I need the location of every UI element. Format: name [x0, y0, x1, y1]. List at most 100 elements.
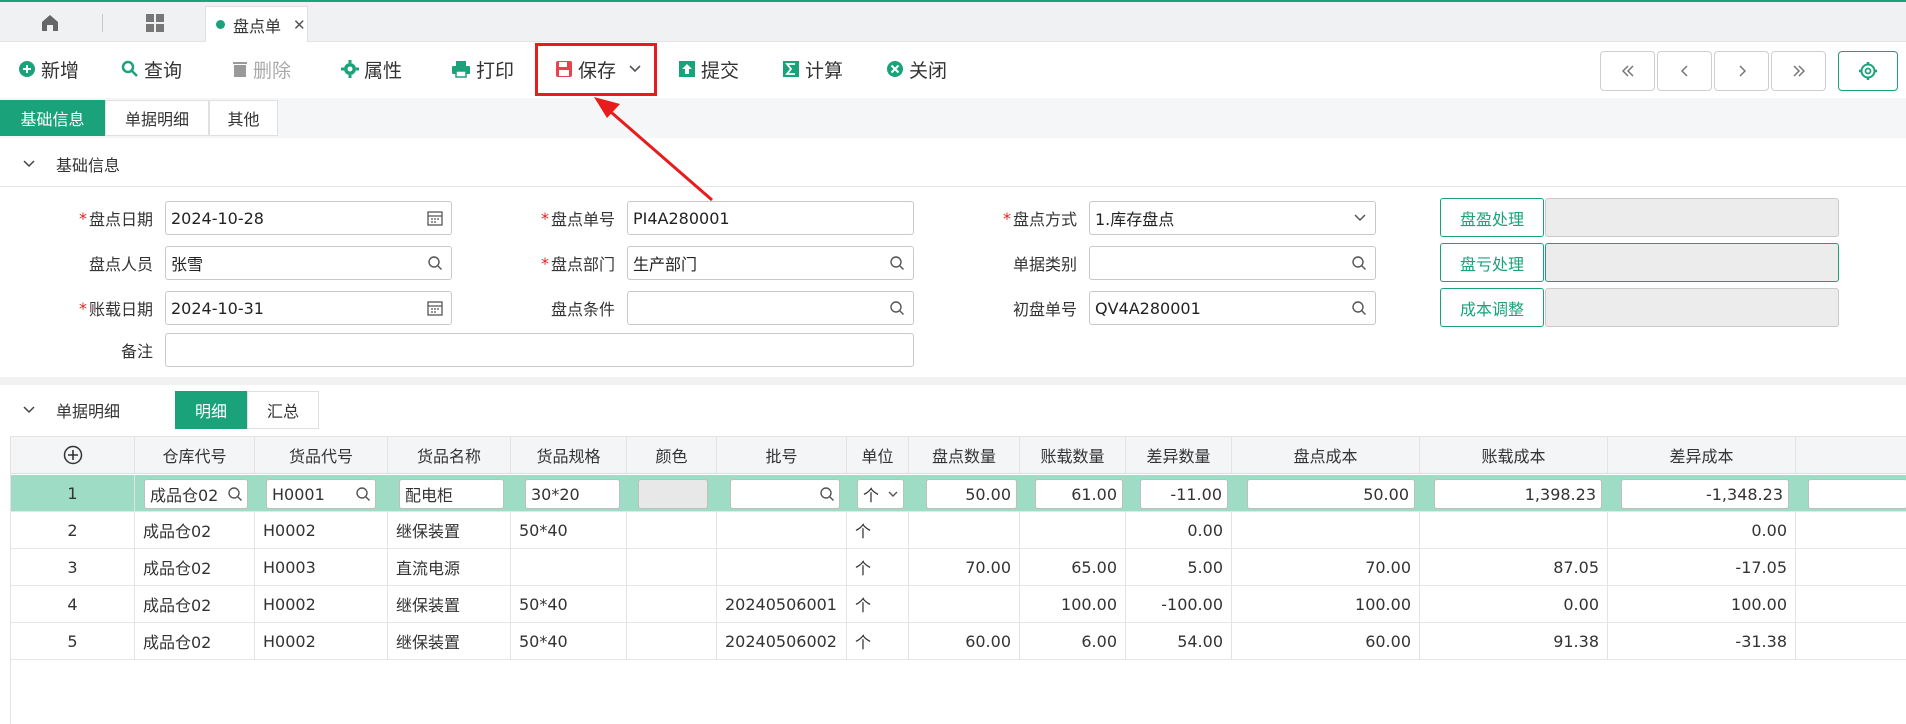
color-input[interactable]: [638, 479, 708, 509]
apps-grid-icon[interactable]: [130, 8, 180, 38]
search-icon[interactable]: [889, 300, 905, 316]
print-button[interactable]: 打印: [451, 48, 514, 90]
count-cond-field[interactable]: [627, 291, 914, 325]
row-number: 3: [11, 549, 135, 585]
query-button[interactable]: 查询: [121, 48, 182, 90]
table-row[interactable]: 5 成品仓02 H0002 继保装置 50*40 20240506002 个 6…: [11, 623, 1906, 660]
chevron-down-icon: [888, 491, 898, 497]
add-row-icon[interactable]: [63, 445, 83, 465]
properties-button[interactable]: 属性: [341, 48, 402, 90]
item-code-input[interactable]: H0001: [266, 479, 376, 509]
submit-button[interactable]: 提交: [678, 48, 739, 90]
header-item-name[interactable]: 货品名称: [388, 437, 511, 473]
cell-count-qty: 60.00: [909, 623, 1020, 659]
header-diff-qty[interactable]: 差异数量: [1126, 437, 1232, 473]
ledger-cost-input[interactable]: 1,398.23: [1434, 479, 1602, 509]
chevron-down-icon[interactable]: [22, 405, 36, 415]
init-no-field[interactable]: QV4A280001: [1089, 291, 1376, 325]
batch-input[interactable]: [730, 479, 840, 509]
count-method-select[interactable]: 1.库存盘点: [1089, 201, 1376, 235]
submit-label: 提交: [701, 59, 740, 82]
table-row[interactable]: 3 成品仓02 H0003 直流电源 个 70.00 65.00 5.00 70…: [11, 549, 1906, 586]
detail-section-header: 单据明细 明细 汇总: [0, 389, 1906, 431]
header-count-qty[interactable]: 盘点数量: [909, 437, 1020, 473]
surplus-process-button[interactable]: 盘盈处理: [1440, 198, 1544, 237]
count-dept-field[interactable]: 生产部门: [627, 246, 914, 280]
cell-warehouse: 成品仓02: [135, 623, 255, 659]
ledger-qty-input[interactable]: 61.00: [1035, 479, 1123, 509]
cell-count-cost: 70.00: [1232, 549, 1420, 585]
doc-type-label: 单据类别: [1012, 255, 1077, 274]
tab-summary[interactable]: 汇总: [247, 391, 319, 429]
next-record-button[interactable]: [1714, 51, 1769, 91]
search-icon[interactable]: [889, 255, 905, 271]
table-row[interactable]: 4 成品仓02 H0002 继保装置 50*40 20240506001 个 1…: [11, 586, 1906, 623]
header-ledger-qty[interactable]: 账载数量: [1020, 437, 1126, 473]
item-name-input[interactable]: 配电柜: [399, 479, 504, 509]
cost-adjust-button[interactable]: 成本调整: [1440, 288, 1544, 327]
header-item-spec[interactable]: 货品规格: [511, 437, 627, 473]
double-chevron-left-icon: [1621, 65, 1634, 77]
header-diff-cost[interactable]: 差异成本: [1608, 437, 1796, 473]
search-icon[interactable]: [427, 255, 443, 271]
search-icon[interactable]: [355, 486, 371, 502]
settings-button[interactable]: [1838, 51, 1898, 91]
header-item-code[interactable]: 货品代号: [255, 437, 388, 473]
header-color[interactable]: 颜色: [627, 437, 717, 473]
count-qty-input[interactable]: 50.00: [926, 479, 1017, 509]
diff-cost-input[interactable]: -1,348.23: [1621, 479, 1789, 509]
basic-info-section-header[interactable]: 基础信息: [0, 142, 1906, 186]
item-spec-input[interactable]: 30*20: [525, 479, 620, 509]
header-ledger-cost[interactable]: 账载成本: [1420, 437, 1608, 473]
calendar-icon[interactable]: [427, 300, 443, 316]
search-icon[interactable]: [227, 486, 243, 502]
count-date-field[interactable]: 2024-10-28: [165, 201, 452, 235]
warehouse-value: 成品仓02: [150, 486, 219, 505]
unit-select[interactable]: 个: [857, 479, 904, 509]
close-label: 关闭: [909, 59, 948, 82]
close-icon[interactable]: ✕: [293, 16, 306, 34]
tab-strip: 盘点单 ✕: [0, 0, 1906, 42]
doc-type-field[interactable]: [1089, 246, 1376, 280]
header-count-cost[interactable]: 盘点成本: [1232, 437, 1420, 473]
add-button[interactable]: 新增: [18, 48, 79, 90]
first-record-button[interactable]: [1600, 51, 1655, 91]
calculate-button[interactable]: 计算: [782, 48, 843, 90]
header-warehouse[interactable]: 仓库代号: [135, 437, 255, 473]
cell-unit: 个: [847, 549, 909, 585]
cell-item-spec: 50*40: [511, 586, 627, 622]
delete-button[interactable]: 删除: [232, 48, 291, 90]
save-highlight-box: [535, 43, 657, 96]
tab-count-document[interactable]: 盘点单 ✕: [205, 6, 308, 42]
remark-field[interactable]: [165, 333, 914, 367]
search-icon[interactable]: [1351, 300, 1367, 316]
diff-qty-input[interactable]: -11.00: [1140, 479, 1228, 509]
close-button[interactable]: 关闭: [886, 48, 947, 90]
count-method-label: * 盘点方式: [1002, 208, 1077, 230]
counter-value: 张雪: [171, 255, 204, 274]
ledger-date-field[interactable]: 2024-10-31: [165, 291, 452, 325]
calendar-icon[interactable]: [427, 210, 443, 226]
table-row-selected[interactable]: 1 成品仓02 H0001 配电柜 30*20 个 50.00 61.00 -1…: [11, 475, 1906, 512]
header-batch[interactable]: 批号: [717, 437, 847, 473]
loss-process-button[interactable]: 盘亏处理: [1440, 243, 1544, 282]
search-icon[interactable]: [1351, 255, 1367, 271]
tab-basic-info[interactable]: 基础信息: [0, 100, 105, 136]
chevron-down-icon: [23, 160, 35, 168]
prev-record-button[interactable]: [1657, 51, 1712, 91]
tab-detail[interactable]: 明细: [175, 391, 247, 429]
tab-doc-detail[interactable]: 单据明细: [105, 100, 209, 136]
extra-input[interactable]: [1808, 479, 1906, 509]
warehouse-input[interactable]: 成品仓02: [144, 479, 248, 509]
counter-field[interactable]: 张雪: [165, 246, 452, 280]
close-circle-icon: [887, 61, 903, 77]
tab-other[interactable]: 其他: [209, 100, 278, 136]
count-no-field[interactable]: PI4A280001: [627, 201, 914, 235]
last-record-button[interactable]: [1771, 51, 1826, 91]
home-icon[interactable]: [25, 8, 75, 38]
header-unit[interactable]: 单位: [847, 437, 909, 473]
table-row[interactable]: 2 成品仓02 H0002 继保装置 50*40 个 0.00 0.00: [11, 512, 1906, 549]
properties-label: 属性: [364, 59, 403, 82]
count-cost-input[interactable]: 50.00: [1247, 479, 1415, 509]
search-icon[interactable]: [819, 486, 835, 502]
